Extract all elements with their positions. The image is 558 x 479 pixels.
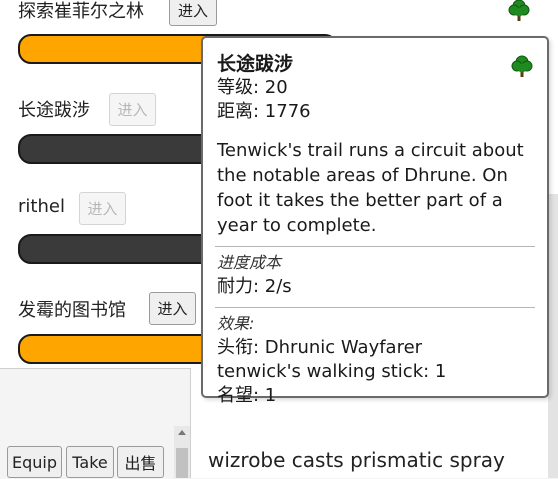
sell-button[interactable]: 出售: [117, 446, 164, 478]
tree-icon: [508, 0, 530, 21]
effect-item: tenwick's walking stick: 1: [217, 361, 447, 382]
location-name-2: 长途跋涉: [18, 100, 90, 121]
tooltip-distance: 距离: 1776: [217, 101, 311, 122]
enter-button-1[interactable]: 进入: [169, 0, 217, 26]
location-name-4: 发霉的图书馆: [18, 300, 126, 321]
enter-button-2[interactable]: 进入: [109, 93, 156, 126]
tooltip-title: 长途跋涉: [217, 53, 294, 75]
tooltip-description: Tenwick's trail runs a circuit about the…: [217, 140, 524, 236]
page-scrollbar[interactable]: [548, 194, 558, 478]
tooltip-cost: 耐力: 2/s: [217, 276, 292, 297]
take-button[interactable]: Take: [66, 446, 114, 478]
effects-header: 效果:: [217, 314, 255, 333]
tree-icon: [511, 55, 533, 77]
location-name-1: 探索崔菲尔之林: [18, 1, 144, 22]
enter-button-3[interactable]: 进入: [79, 192, 126, 225]
scroll-up-arrow-icon[interactable]: [178, 430, 186, 435]
effect-item: 名望: 1: [217, 385, 277, 406]
effect-item: 头衔: Dhrunic Wayfarer: [217, 337, 423, 358]
location-tooltip: 长途跋涉 等级: 20 距离: 1776 Tenwick's trail run…: [201, 36, 549, 406]
tooltip-level: 等级: 20: [217, 77, 288, 98]
divider: [215, 246, 535, 247]
cost-header: 进度成本: [217, 253, 282, 272]
log-entry: wizrobe casts prismatic spray: [208, 448, 505, 472]
location-name-3: rithel: [18, 196, 65, 217]
inventory-scroll-thumb[interactable]: [176, 448, 188, 478]
enter-button-4[interactable]: 进入: [149, 292, 196, 325]
equip-button[interactable]: Equip: [7, 446, 62, 478]
divider: [215, 307, 535, 308]
